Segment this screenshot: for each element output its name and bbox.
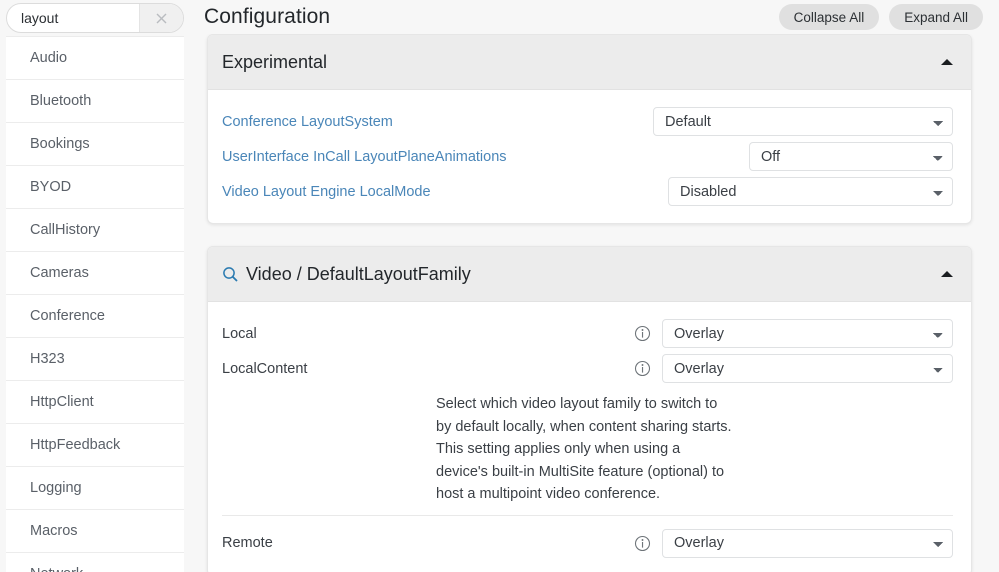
sidebar: Audio Bluetooth Bookings BYOD CallHistory Cam… (0, 0, 190, 572)
sidebar-item-label: HttpFeedback (30, 437, 120, 453)
sidebar-item-h323[interactable]: H323 (6, 338, 184, 381)
sidebar-item-label: Bookings (30, 136, 90, 152)
section-header[interactable]: Experimental (208, 35, 971, 90)
section-title-wrap: Video / DefaultLayoutFamily (222, 264, 941, 285)
config-value-dropdown[interactable]: Overlay (662, 319, 953, 348)
sidebar-item-byod[interactable]: BYOD (6, 166, 184, 209)
sidebar-item-label: Conference (30, 308, 105, 324)
sidebar-item-label: Logging (30, 480, 82, 496)
config-value-dropdown[interactable]: Overlay (662, 529, 953, 558)
sidebar-nav-list: Audio Bluetooth Bookings BYOD CallHistory Cam… (6, 36, 184, 572)
section-body: Local Overlay LocalContent Overlay Select wh… (208, 302, 971, 572)
config-row-label: Remote (222, 535, 273, 551)
section-title: Video / DefaultLayoutFamily (246, 264, 471, 285)
section-title-wrap: Experimental (222, 52, 941, 73)
sidebar-item-httpclient[interactable]: HttpClient (6, 381, 184, 424)
close-icon (153, 10, 170, 27)
section-card: Video / DefaultLayoutFamilyLocalOverlayL… (207, 246, 972, 572)
sidebar-search-container (0, 0, 190, 36)
config-help-text: Select which video layout family to swit… (436, 393, 736, 506)
config-value-dropdown[interactable]: Overlay (662, 354, 953, 383)
search-icon (222, 266, 239, 283)
search-input[interactable] (7, 4, 139, 32)
config-value-dropdown[interactable]: Default (653, 107, 953, 136)
sidebar-item-label: BYOD (30, 179, 71, 195)
toolbar: Configuration Collapse All Expand All (190, 0, 999, 34)
config-row: Video Layout Engine LocalMode Disabled (222, 174, 953, 209)
search-box[interactable] (6, 3, 184, 33)
sidebar-item-label: CallHistory (30, 222, 100, 238)
sidebar-item-network[interactable]: Network (6, 553, 184, 572)
config-value-dropdown[interactable]: Off (749, 142, 953, 171)
caret-up-icon[interactable] (941, 271, 953, 277)
sidebar-item-label: Network (30, 566, 83, 572)
config-row-label[interactable]: Conference LayoutSystem (222, 114, 393, 130)
info-icon[interactable] (634, 325, 651, 342)
expand-all-button[interactable]: Expand All (889, 4, 983, 30)
config-row: Remote Overlay (222, 526, 953, 561)
section-title: Experimental (222, 52, 327, 73)
sidebar-item-label: H323 (30, 351, 65, 367)
main-content: Configuration Collapse All Expand All Ex… (190, 0, 999, 572)
config-row: LocalContent Overlay (222, 351, 953, 386)
sidebar-item-httpfeedback[interactable]: HttpFeedback (6, 424, 184, 467)
configuration-page: Audio Bluetooth Bookings BYOD CallHistory Cam… (0, 0, 999, 572)
sidebar-item-label: Macros (30, 523, 78, 539)
sidebar-item-label: Cameras (30, 265, 89, 281)
config-row-label: Local (222, 326, 257, 342)
sidebar-item-audio[interactable]: Audio (6, 37, 184, 80)
sidebar-item-callhistory[interactable]: CallHistory (6, 209, 184, 252)
section-body: Conference LayoutSystem Default UserInterf… (208, 90, 971, 223)
info-icon[interactable] (634, 360, 651, 377)
sidebar-item-bookings[interactable]: Bookings (6, 123, 184, 166)
info-icon[interactable] (634, 535, 651, 552)
sidebar-item-label: Bluetooth (30, 93, 91, 109)
page-title: Configuration (204, 5, 769, 29)
config-row-label[interactable]: Video Layout Engine LocalMode (222, 184, 431, 200)
sidebar-item-bluetooth[interactable]: Bluetooth (6, 80, 184, 123)
caret-up-icon[interactable] (941, 59, 953, 65)
config-row-label[interactable]: UserInterface InCall LayoutPlaneAnimatio… (222, 149, 507, 165)
sections-scroll-area[interactable]: Experimental Conference LayoutSystem Defau… (190, 34, 999, 572)
section-header[interactable]: Video / DefaultLayoutFamily (208, 247, 971, 302)
sidebar-item-logging[interactable]: Logging (6, 467, 184, 510)
sidebar-item-label: HttpClient (30, 394, 94, 410)
sidebar-item-conference[interactable]: Conference (6, 295, 184, 338)
search-clear-button[interactable] (139, 4, 183, 32)
sidebar-item-cameras[interactable]: Cameras (6, 252, 184, 295)
sidebar-item-macros[interactable]: Macros (6, 510, 184, 553)
section-card: Experimental Conference LayoutSystem Defau… (207, 34, 972, 224)
row-divider (222, 515, 953, 516)
config-value-dropdown[interactable]: Disabled (668, 177, 953, 206)
collapse-all-button[interactable]: Collapse All (779, 4, 880, 30)
sidebar-item-label: Audio (30, 50, 67, 66)
config-row-label: LocalContent (222, 361, 307, 377)
config-row: UserInterface InCall LayoutPlaneAnimatio… (222, 139, 953, 174)
config-row: Local Overlay (222, 316, 953, 351)
config-row: Conference LayoutSystem Default (222, 104, 953, 139)
